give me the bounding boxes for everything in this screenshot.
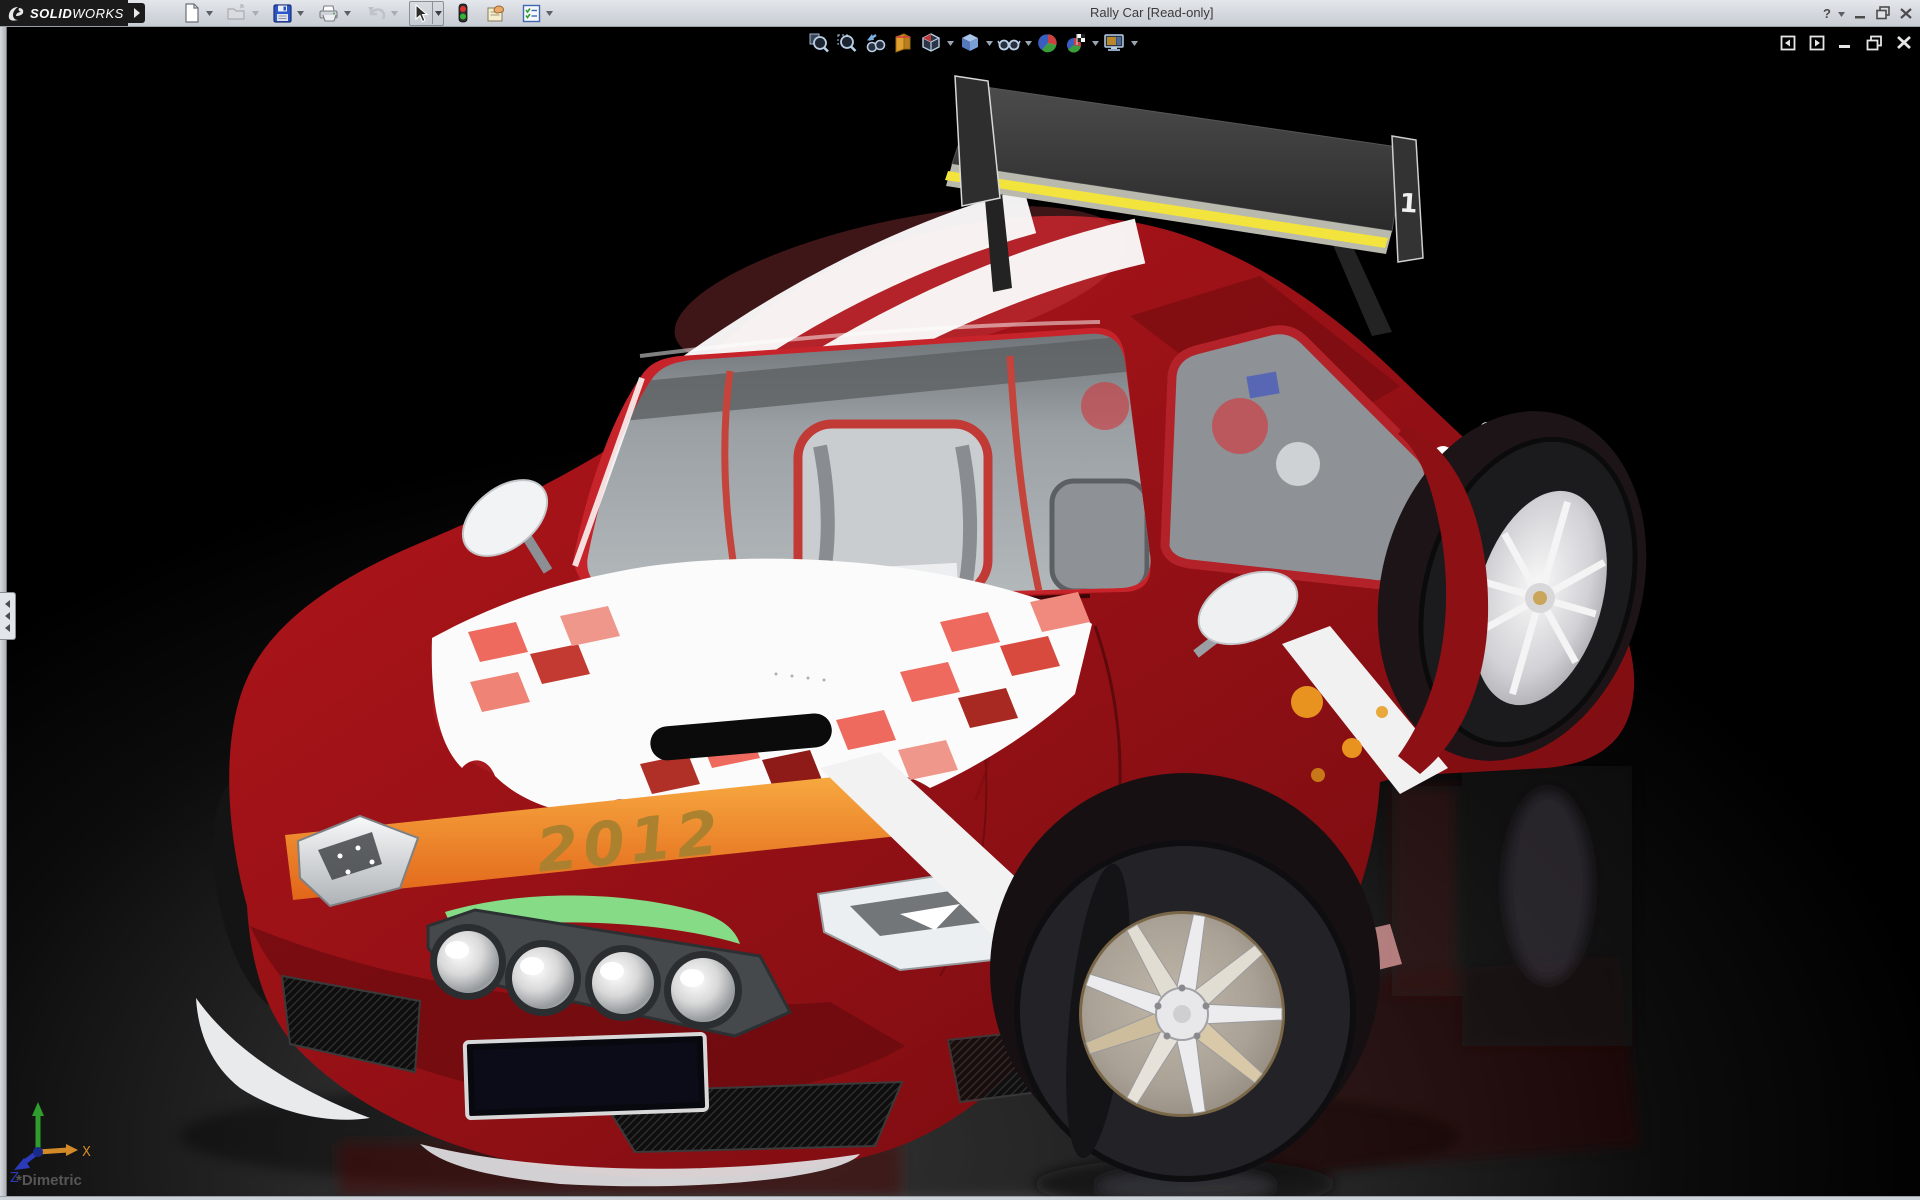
graphics-viewport[interactable]: 2012	[0, 26, 1920, 1196]
feature-manager-expand-tab[interactable]	[0, 592, 16, 640]
zoom-to-area-icon	[836, 32, 858, 54]
apply-scene-icon	[1064, 32, 1088, 54]
file-properties-icon	[485, 4, 506, 23]
view-settings-dropdown[interactable]	[1130, 31, 1139, 55]
titlebar-right-controls: ?	[1823, 0, 1914, 26]
wing-number-decal: 1	[1398, 188, 1418, 219]
collapse-left-icon	[5, 612, 10, 620]
previous-pane-button[interactable]	[1779, 34, 1796, 51]
help-button[interactable]: ?	[1823, 6, 1831, 21]
printer-icon	[318, 4, 339, 23]
apply-scene-button[interactable]	[1063, 31, 1089, 55]
hide-show-items-button[interactable]	[996, 31, 1022, 55]
select-tool-dropdown[interactable]	[432, 2, 443, 24]
open-folder-icon	[227, 4, 247, 22]
select-cursor-icon	[413, 4, 429, 23]
model-rally-car[interactable]: 2012	[0, 26, 1920, 1200]
apply-scene-dropdown[interactable]	[1091, 31, 1100, 55]
select-tool-group	[409, 1, 444, 26]
license-plate	[465, 1034, 708, 1118]
previous-view-button[interactable]	[862, 31, 888, 55]
traffic-light-icon	[457, 3, 469, 23]
doc-close-button[interactable]	[1895, 34, 1912, 51]
undo-arrow-icon	[365, 4, 386, 22]
undo-button[interactable]	[362, 2, 389, 24]
file-properties-button[interactable]	[482, 2, 509, 24]
main-toolbar	[170, 1, 554, 25]
title-bar: SOLIDWORKS	[0, 0, 1920, 27]
view-orientation-label: *Dimetric	[16, 1172, 82, 1189]
view-orientation-cube-icon	[920, 32, 942, 54]
doc-restore-button[interactable]	[1866, 34, 1883, 51]
options-dropdown[interactable]	[544, 2, 554, 24]
display-style-dropdown[interactable]	[985, 31, 994, 55]
doc-minimize-button[interactable]	[1837, 34, 1854, 51]
undo-dropdown[interactable]	[389, 2, 399, 24]
display-style-button[interactable]	[957, 31, 983, 55]
options-checklist-icon	[522, 4, 541, 23]
solidworks-logo-icon	[6, 4, 26, 22]
heads-up-view-toolbar	[806, 30, 1139, 56]
hide-show-items-dropdown[interactable]	[1024, 31, 1033, 55]
solidworks-logo: SOLIDWORKS	[0, 0, 128, 26]
section-view-icon	[892, 32, 914, 54]
status-bar-edge	[0, 1196, 1920, 1200]
view-orientation-dropdown[interactable]	[946, 31, 955, 55]
x-axis-label: X	[82, 1145, 91, 1160]
y-axis-arrow	[32, 1102, 44, 1116]
eyeglasses-icon	[997, 32, 1021, 54]
new-document-icon	[183, 3, 201, 23]
new-document-dropdown[interactable]	[204, 2, 214, 24]
view-settings-button[interactable]	[1102, 31, 1128, 55]
edit-appearance-button[interactable]	[1035, 31, 1061, 55]
view-settings-monitor-icon	[1103, 32, 1127, 54]
zoom-to-area-button[interactable]	[834, 31, 860, 55]
app-name: SOLIDWORKS	[30, 6, 124, 21]
expand-right-icon	[134, 8, 140, 18]
options-button[interactable]	[519, 2, 544, 24]
help-dropdown[interactable]	[1838, 4, 1845, 22]
zoom-to-fit-icon	[808, 32, 830, 54]
previous-view-icon	[863, 32, 887, 54]
x-axis-arrow	[66, 1144, 78, 1156]
view-orientation-button[interactable]	[918, 31, 944, 55]
save-button[interactable]	[270, 2, 295, 24]
save-floppy-icon	[273, 4, 292, 23]
window-title: Rally Car [Read-only]	[1090, 5, 1214, 20]
display-style-cube-icon	[959, 32, 981, 54]
print-button[interactable]	[315, 2, 342, 24]
save-dropdown[interactable]	[295, 2, 305, 24]
minimize-button[interactable]	[1852, 5, 1868, 21]
rebuild-button[interactable]	[454, 2, 472, 24]
zoom-to-fit-button[interactable]	[806, 31, 832, 55]
section-view-button[interactable]	[890, 31, 916, 55]
open-dropdown[interactable]	[250, 2, 260, 24]
wing-endplate-right: 1	[1392, 136, 1423, 262]
restore-button[interactable]	[1875, 5, 1891, 21]
next-pane-button[interactable]	[1808, 34, 1825, 51]
new-document-button[interactable]	[180, 2, 204, 24]
open-button[interactable]	[224, 2, 250, 24]
document-window-controls	[1779, 34, 1912, 51]
solidworks-window: SOLIDWORKS	[0, 0, 1920, 1200]
menu-expander-button[interactable]	[128, 3, 145, 23]
print-dropdown[interactable]	[342, 2, 352, 24]
appearance-ball-icon	[1037, 32, 1059, 54]
select-tool-button[interactable]	[410, 2, 432, 24]
collapse-left-icon	[5, 600, 10, 608]
close-button[interactable]	[1898, 5, 1914, 21]
collapse-left-icon	[5, 624, 10, 632]
